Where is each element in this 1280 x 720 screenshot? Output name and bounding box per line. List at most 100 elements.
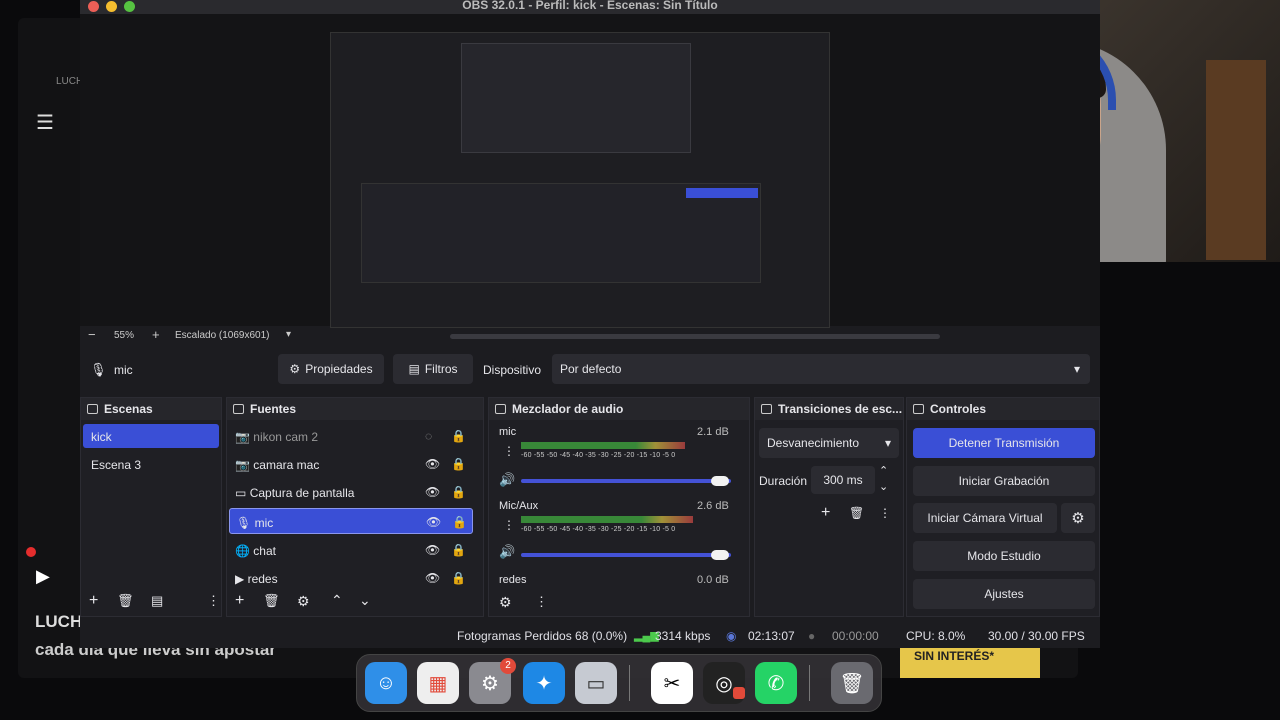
eye-hidden-icon[interactable]: ◌ — [425, 429, 432, 443]
studio-mode-button[interactable]: Modo Estudio — [913, 541, 1095, 571]
eye-icon[interactable]: 👁 — [425, 485, 440, 499]
dock-divider — [809, 665, 810, 701]
scenes-dock-header: Escenas — [81, 398, 221, 420]
volume-slider-knob[interactable] — [711, 476, 729, 486]
speaker-icon[interactable]: 🔊 — [499, 472, 515, 488]
start-recording-button[interactable]: Iniciar Grabación — [913, 466, 1095, 496]
obs-window: OBS 32.0.1 - Perfil: kick - Escenas: Sin… — [80, 0, 1100, 648]
trash-icon[interactable]: 🗑 — [263, 593, 280, 609]
bitrate: 3314 kbps — [655, 629, 711, 643]
camera-icon: 📷 — [235, 458, 250, 472]
add-transition-button[interactable]: + — [821, 504, 830, 522]
gear-icon: ⚙ — [289, 362, 301, 376]
transition-type-select[interactable]: Desvanecimiento ▾ — [759, 428, 899, 458]
eye-icon[interactable]: 👁 — [425, 457, 440, 471]
sources-dock: Fuentes 📷 nikon cam 2 ◌ 🔒 📷 camara mac 👁… — [226, 397, 484, 617]
fps: 30.00 / 30.00 FPS — [988, 629, 1085, 643]
launchpad-icon[interactable]: ▦ — [417, 662, 459, 704]
volume-meter — [521, 442, 685, 449]
audio-mixer-dock: Mezclador de audio mic 2.1 dB ⋮ -60 -55 … — [488, 397, 750, 617]
window-title: OBS 32.0.1 - Perfil: kick - Escenas: Sin… — [462, 0, 718, 12]
play-icon[interactable]: ▶ — [36, 566, 50, 587]
source-item[interactable]: 📷 camara mac 👁 🔒 — [229, 452, 473, 476]
eye-icon[interactable]: 👁 — [425, 543, 440, 557]
more-options-icon[interactable]: ⋮ — [503, 444, 515, 458]
more-options-icon[interactable]: ⋮ — [535, 594, 548, 610]
add-scene-button[interactable]: + — [89, 592, 98, 610]
camera-icon: 📷 — [235, 430, 250, 444]
preview-canvas[interactable] — [80, 14, 1100, 328]
capcut-icon[interactable]: ✂ — [651, 662, 693, 704]
whatsapp-icon[interactable]: ✆ — [755, 662, 797, 704]
volume-slider-knob[interactable] — [711, 550, 729, 560]
microphone-icon: 🎙 — [90, 362, 107, 377]
lock-icon[interactable]: 🔒 — [451, 457, 466, 471]
background-banner: SIN INTERÉS* — [900, 648, 1040, 678]
eye-icon[interactable]: 👁 — [425, 571, 440, 585]
trash-icon[interactable]: 🗑 — [831, 662, 873, 704]
add-source-button[interactable]: + — [235, 592, 244, 610]
trash-icon[interactable]: 🗑 — [117, 593, 134, 609]
title-bar: OBS 32.0.1 - Perfil: kick - Escenas: Sin… — [80, 0, 1100, 14]
lock-icon[interactable]: 🔒 — [451, 429, 466, 443]
speaker-icon[interactable]: 🔊 — [499, 544, 515, 560]
lock-icon[interactable]: 🔒 — [451, 543, 466, 557]
hamburger-menu-icon[interactable]: ☰ — [36, 110, 58, 135]
filters-button[interactable]: ▤ Filtros — [393, 354, 473, 384]
more-options-icon[interactable]: ⋮ — [879, 506, 891, 520]
display-icon: ▭ — [235, 486, 247, 500]
zoom-out-button[interactable]: − — [88, 327, 96, 342]
mixer-channel-db: 2.1 dB — [697, 426, 729, 438]
source-item[interactable]: ▶ redes 👁 🔒 — [229, 566, 473, 590]
virtual-camera-gear-icon[interactable]: ⚙ — [1061, 503, 1095, 533]
chevron-down-icon: ▾ — [884, 436, 891, 450]
mixer-channel-name: Mic/Aux — [499, 500, 539, 512]
chevron-up-icon[interactable]: ⌃ — [331, 592, 343, 609]
scene-filter-icon[interactable]: ▤ — [151, 593, 163, 609]
safari-icon[interactable]: ✦ — [523, 662, 565, 704]
volume-slider[interactable] — [521, 553, 731, 557]
mixer-channel-name: redes — [499, 574, 527, 586]
stepper-down-icon[interactable]: ⌄ — [879, 480, 888, 493]
finder-icon[interactable]: ☺ — [365, 662, 407, 704]
stop-streaming-button[interactable]: Detener Transmisión — [913, 428, 1095, 458]
duration-label: Duración — [759, 474, 808, 488]
device-select[interactable]: Por defecto ▾ — [552, 354, 1090, 384]
volume-slider[interactable] — [521, 479, 731, 483]
preview-app-icon[interactable]: ▭ — [575, 662, 617, 704]
volume-meter — [521, 516, 693, 523]
properties-button[interactable]: ⚙ Propiedades — [278, 354, 384, 384]
trash-icon[interactable]: 🗑 — [849, 506, 864, 520]
cpu-usage: CPU: 8.0% — [906, 629, 966, 643]
source-item-selected[interactable]: 🎙 mic 👁 🔒 — [229, 508, 473, 534]
source-item[interactable]: ▭ Captura de pantalla 👁 🔒 — [229, 480, 473, 504]
zoom-in-button[interactable]: + — [152, 327, 160, 342]
lock-icon[interactable]: 🔒 — [451, 571, 466, 585]
start-virtual-camera-button[interactable]: Iniciar Cámara Virtual — [913, 503, 1057, 533]
live-dot-icon — [26, 547, 36, 557]
gear-icon[interactable]: ⚙ — [297, 593, 310, 610]
duration-input[interactable]: 300 ms — [811, 466, 875, 494]
source-item[interactable]: 📷 nikon cam 2 ◌ 🔒 — [229, 424, 473, 448]
dock-window-icon — [233, 404, 244, 414]
sources-dock-header: Fuentes — [227, 398, 483, 420]
stepper-up-icon[interactable]: ⌃ — [879, 464, 888, 477]
record-icon: ● — [808, 629, 816, 643]
globe-icon: 🌐 — [235, 544, 250, 558]
lock-icon[interactable]: 🔒 — [452, 515, 467, 529]
scene-item[interactable]: Escena 3 — [83, 452, 219, 476]
scale-dropdown-chevron-down-icon[interactable]: ▾ — [286, 329, 291, 340]
eye-icon[interactable]: 👁 — [426, 515, 441, 529]
dropped-frames: Fotogramas Perdidos 68 (0.0%) — [457, 629, 628, 643]
more-options-icon[interactable]: ⋮ — [503, 518, 515, 532]
chevron-down-icon[interactable]: ⌄ — [359, 592, 371, 609]
lock-icon[interactable]: 🔒 — [451, 485, 466, 499]
preview-zoom-bar: − 55% + Escalado (1069x601) ▾ — [80, 326, 1100, 346]
preview-nested-capture — [330, 32, 830, 328]
more-options-icon[interactable]: ⋮ — [207, 593, 220, 609]
media-play-icon: ▶ — [235, 572, 245, 586]
scene-item[interactable]: kick — [83, 424, 219, 448]
advanced-audio-gear-icon[interactable]: ⚙ — [499, 594, 512, 611]
settings-button[interactable]: Ajustes — [913, 579, 1095, 609]
source-item[interactable]: 🌐 chat 👁 🔒 — [229, 538, 473, 562]
